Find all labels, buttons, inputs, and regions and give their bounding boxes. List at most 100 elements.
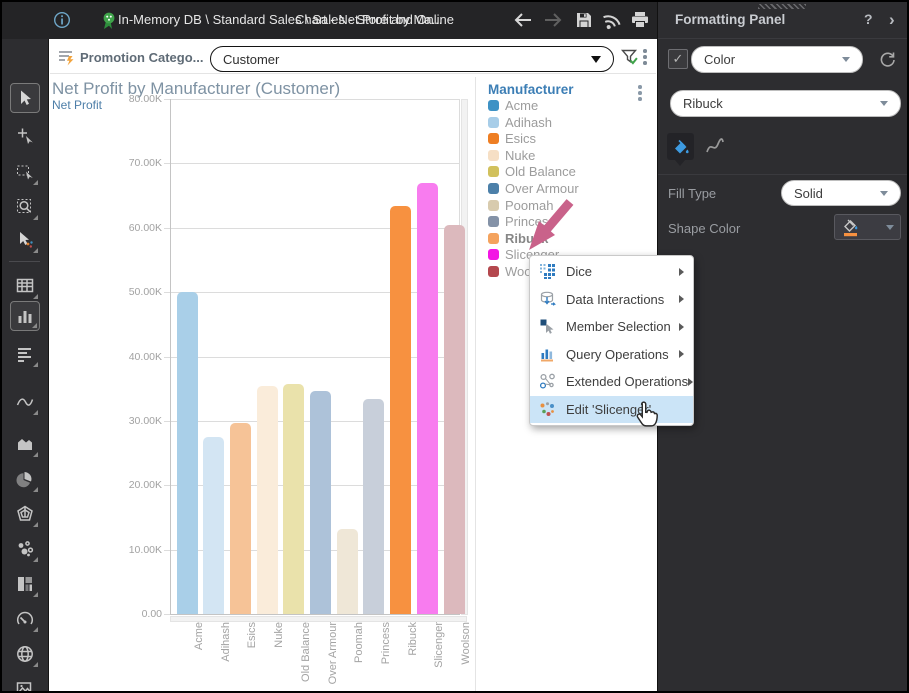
bar-princess[interactable] (363, 399, 384, 614)
legend-item-over-armour[interactable]: Over Armour (488, 181, 579, 196)
bar-poomah[interactable] (337, 529, 358, 614)
legend-item-acme[interactable]: Acme (488, 98, 538, 113)
gauge-visual-icon[interactable] (10, 604, 40, 634)
rect-select-tool-icon[interactable] (10, 157, 40, 187)
gridline (164, 99, 459, 100)
submenu-arrow-icon (679, 295, 684, 303)
promotion-filter-label[interactable]: Promotion Catego... (80, 50, 204, 65)
map-visual-icon[interactable] (10, 639, 40, 669)
legend-label: Nuke (505, 148, 535, 163)
bar-over-armour[interactable] (310, 391, 331, 614)
menu-item-edit-slicenger[interactable]: Edit 'Slicenger' (530, 396, 693, 424)
line-chart-visual-icon[interactable] (10, 387, 40, 417)
legend-item-princess[interactable]: Princess (488, 214, 555, 229)
menu-item-label: Edit 'Slicenger' (566, 402, 651, 417)
chevron-down-icon (880, 191, 888, 196)
area-chart-visual-icon[interactable] (10, 429, 40, 459)
filter-check-icon[interactable] (620, 48, 639, 72)
panel-drag-handle[interactable] (758, 4, 806, 9)
brush-stroke-icon (704, 136, 726, 158)
x-tick-label: Woolson (460, 622, 472, 665)
menu-item-label: Extended Operations (566, 374, 688, 389)
legend-item-old-balance[interactable]: Old Balance (488, 164, 576, 179)
legend-swatch (488, 266, 499, 277)
pie-chart-visual-icon[interactable] (10, 464, 40, 494)
y-tick-label: 40.00K (100, 351, 162, 363)
shape-color-picker[interactable] (834, 214, 901, 240)
menu-item-extended-operations[interactable]: Extended Operations (530, 368, 693, 396)
reset-icon[interactable] (877, 48, 898, 74)
bar-nuke[interactable] (257, 386, 278, 614)
chart-horizontal-scrollbar[interactable] (170, 616, 467, 622)
interaction-pointer-tool-icon[interactable] (10, 225, 40, 255)
pointer-tool-icon[interactable] (10, 83, 40, 113)
filter-menu-kebab-icon[interactable] (643, 49, 647, 65)
legend-item-poomah[interactable]: Poomah (488, 198, 553, 213)
legend-kebab-icon[interactable] (638, 85, 642, 101)
bar-woolson[interactable] (444, 225, 465, 614)
menu-item-data-interactions[interactable]: Data Interactions (530, 286, 693, 314)
notifications-icon[interactable] (601, 9, 623, 31)
bar-esics[interactable] (230, 423, 251, 614)
chevron-down-icon (880, 101, 888, 106)
legend-label: Ribuck (505, 231, 548, 246)
legend-item-nuke[interactable]: Nuke (488, 148, 535, 163)
menu-item-label: Data Interactions (566, 292, 664, 307)
save-icon[interactable] (573, 9, 595, 31)
fill-type-select[interactable]: Solid (781, 180, 901, 206)
collapse-panel-icon[interactable]: › (889, 10, 895, 30)
back-arrow-icon[interactable] (512, 9, 534, 31)
zoom-select-tool-icon[interactable] (10, 192, 40, 222)
forward-arrow-icon[interactable] (542, 9, 564, 31)
data-interactions-icon (539, 291, 556, 308)
bar-chart-visual-icon[interactable] (10, 301, 40, 331)
bar-acme[interactable] (177, 292, 198, 614)
submenu-arrow-icon (679, 323, 684, 331)
customer-combobox[interactable]: Customer (210, 46, 614, 72)
series-select[interactable]: Ribuck (670, 90, 901, 117)
print-icon[interactable] (629, 9, 651, 31)
tab-stroke[interactable] (704, 136, 726, 163)
submenu-arrow-icon (688, 378, 693, 386)
legend-item-adihash[interactable]: Adihash (488, 115, 552, 130)
chevron-down-icon (886, 225, 894, 230)
x-tick-label: Princess (380, 622, 392, 664)
legend-swatch (488, 249, 499, 260)
tab-fill[interactable] (667, 133, 694, 160)
legend-item-ribuck[interactable]: Ribuck (488, 231, 548, 246)
radar-chart-visual-icon[interactable] (10, 499, 40, 529)
menu-item-dice[interactable]: Dice (530, 258, 693, 286)
fill-type-label: Fill Type (668, 186, 716, 201)
legend-swatch (488, 216, 499, 227)
bar-slicenger[interactable] (417, 183, 438, 614)
series-select-value: Ribuck (683, 96, 723, 111)
add-tool-icon[interactable] (10, 121, 40, 151)
panel-section-divider (658, 174, 909, 175)
panel-title: Formatting Panel (675, 12, 785, 27)
submenu-arrow-icon (679, 350, 684, 358)
bar-old-balance[interactable] (283, 384, 304, 615)
bar-ribuck[interactable] (390, 206, 411, 614)
help-icon[interactable]: ? (864, 11, 873, 27)
format-property-select[interactable]: Color (691, 46, 863, 73)
y-tick-label: 60.00K (100, 222, 162, 234)
treemap-visual-icon[interactable] (10, 569, 40, 599)
y-tick-label: 10.00K (100, 544, 162, 556)
table-visual-icon[interactable] (10, 271, 40, 301)
panel-header-divider (658, 38, 909, 39)
menu-item-query-operations[interactable]: Query Operations (530, 341, 693, 369)
legend-divider (475, 77, 476, 691)
visual-toolbar (2, 39, 49, 693)
bar-adihash[interactable] (203, 437, 224, 614)
menu-item-member-selection[interactable]: Member Selection (530, 313, 693, 341)
scatter-chart-visual-icon[interactable] (10, 534, 40, 564)
image-visual-icon[interactable] (10, 674, 40, 693)
label-visual-icon[interactable] (10, 339, 40, 369)
color-enabled-checkbox[interactable]: ✓ (668, 49, 688, 69)
y-axis-line (170, 99, 171, 614)
format-property-value: Color (704, 52, 735, 67)
context-menu: Dice Data Interactions Member SelectionQue… (529, 255, 694, 426)
legend-swatch (488, 150, 499, 161)
legend-item-esics[interactable]: Esics (488, 131, 536, 146)
info-icon[interactable] (51, 9, 73, 31)
